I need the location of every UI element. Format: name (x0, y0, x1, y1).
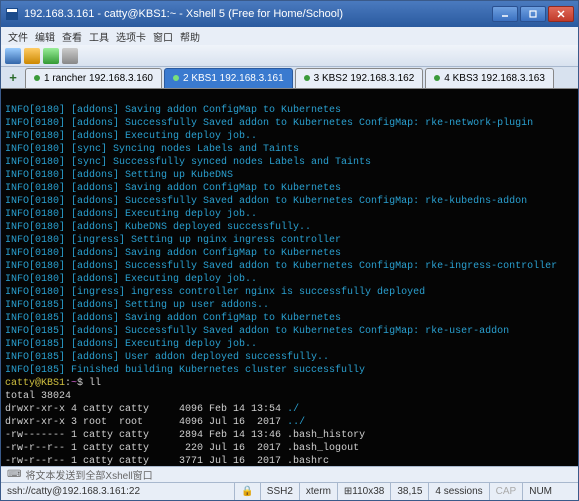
log-line: INFO[0185] [addons] Setting up user addo… (5, 300, 269, 311)
tab-label: 3 KBS2 192.168.3.162 (314, 73, 415, 84)
log-line: INFO[0185] Finished building Kubernetes … (5, 365, 365, 376)
app-icon (5, 7, 19, 21)
status-dot-icon (173, 75, 179, 81)
broadcast-hint[interactable]: ⌨ 将文本发送到全部Xshell窗口 (1, 466, 578, 482)
tab-1[interactable]: 1 rancher 192.168.3.160 (25, 68, 162, 88)
toolbar (1, 45, 578, 67)
ls-line: -rw-r--r-- 1 catty catty 220 Jul 16 2017… (5, 443, 359, 454)
titlebar[interactable]: 192.168.3.161 - catty@KBS1:~ - Xshell 5 … (1, 1, 578, 27)
status-dot-icon (304, 75, 310, 81)
hint-text: 将文本发送到全部Xshell窗口 (25, 467, 152, 482)
menubar[interactable]: 文件 编辑 查看 工具 选项卡 窗口 帮助 (1, 27, 578, 45)
toolbar-button[interactable] (43, 48, 59, 64)
new-tab-button[interactable]: + (5, 70, 21, 86)
status-lock-icon: 🔒 (234, 483, 259, 500)
app-window: 192.168.3.161 - catty@KBS1:~ - Xshell 5 … (0, 0, 579, 501)
close-button[interactable] (548, 6, 574, 22)
ls-total: total 38024 (5, 391, 71, 402)
grid-icon: ⊞ (344, 486, 352, 497)
prompt: catty@KBS1:~$ ll (5, 378, 101, 389)
menu-item[interactable]: 查看 (59, 28, 85, 45)
log-line: INFO[0180] [addons] Successfully Saved a… (5, 196, 527, 207)
log-line: INFO[0180] [addons] Setting up KubeDNS (5, 170, 233, 181)
log-line: INFO[0185] [addons] Successfully Saved a… (5, 326, 509, 337)
log-line: INFO[0180] [addons] Executing deploy job… (5, 209, 257, 220)
log-line: INFO[0180] [ingress] ingress controller … (5, 287, 425, 298)
status-rowcol: 38,15 (390, 483, 428, 500)
log-line: INFO[0180] [addons] Saving addon ConfigM… (5, 105, 341, 116)
tab-label: 2 KBS1 192.168.3.161 (183, 73, 284, 84)
tab-2[interactable]: 2 KBS1 192.168.3.161 (164, 68, 293, 88)
log-line: INFO[0180] [addons] Executing deploy job… (5, 131, 257, 142)
log-line: INFO[0185] [addons] Executing deploy job… (5, 339, 257, 350)
log-line: INFO[0180] [addons] KubeDNS deployed suc… (5, 222, 311, 233)
status-ssh: SSH2 (260, 483, 299, 500)
status-connection: ssh://catty@192.168.3.161:22 (7, 486, 234, 497)
log-line: INFO[0180] [addons] Executing deploy job… (5, 274, 257, 285)
status-term: xterm (299, 483, 337, 500)
minimize-button[interactable] (492, 6, 518, 22)
menu-item[interactable]: 选项卡 (113, 28, 149, 45)
menu-item[interactable]: 工具 (86, 28, 112, 45)
status-dot-icon (34, 75, 40, 81)
menu-item[interactable]: 文件 (5, 28, 31, 45)
ls-line: -rw-r--r-- 1 catty catty 3771 Jul 16 201… (5, 456, 329, 466)
log-line: INFO[0180] [sync] Syncing nodes Labels a… (5, 144, 299, 155)
toolbar-button[interactable] (5, 48, 21, 64)
log-line: INFO[0180] [ingress] Setting up nginx in… (5, 235, 341, 246)
ls-line: -rw------- 1 catty catty 2894 Feb 14 13:… (5, 430, 365, 441)
annotation-arrow-icon: ↘ (387, 464, 403, 466)
log-line: INFO[0185] [addons] Saving addon ConfigM… (5, 313, 341, 324)
menu-item[interactable]: 窗口 (150, 28, 176, 45)
menu-item[interactable]: 编辑 (32, 28, 58, 45)
tab-label: 4 KBS3 192.168.3.163 (444, 73, 545, 84)
tabbar: + 1 rancher 192.168.3.160 2 KBS1 192.168… (1, 67, 578, 89)
tab-label: 1 rancher 192.168.3.160 (44, 73, 153, 84)
toolbar-button[interactable] (24, 48, 40, 64)
status-dot-icon (434, 75, 440, 81)
ls-line: drwxr-xr-x 4 catty catty 4096 Feb 14 13:… (5, 404, 299, 415)
keyboard-icon: ⌨ (7, 469, 21, 480)
log-line: INFO[0180] [addons] Successfully Saved a… (5, 118, 533, 129)
status-size: ⊞ 110x38 (337, 483, 390, 500)
log-line: INFO[0180] [sync] Successfully synced no… (5, 157, 371, 168)
status-num: NUM (522, 483, 558, 500)
maximize-button[interactable] (520, 6, 546, 22)
status-caps: CAP (489, 483, 523, 500)
tab-3[interactable]: 3 KBS2 192.168.3.162 (295, 68, 424, 88)
terminal[interactable]: INFO[0180] [addons] Saving addon ConfigM… (1, 89, 578, 466)
statusbar: ssh://catty@192.168.3.161:22 🔒 SSH2 xter… (1, 482, 578, 500)
tab-4[interactable]: 4 KBS3 192.168.3.163 (425, 68, 554, 88)
window-title: 192.168.3.161 - catty@KBS1:~ - Xshell 5 … (24, 8, 490, 20)
status-sessions: 4 sessions (428, 483, 488, 500)
log-line: INFO[0180] [addons] Saving addon ConfigM… (5, 183, 341, 194)
toolbar-button[interactable] (62, 48, 78, 64)
menu-item[interactable]: 帮助 (177, 28, 203, 45)
log-line: INFO[0180] [addons] Saving addon ConfigM… (5, 248, 341, 259)
log-line: INFO[0180] [addons] Successfully Saved a… (5, 261, 557, 272)
ls-line: drwxr-xr-x 3 root root 4096 Jul 16 2017 … (5, 417, 305, 428)
log-line: INFO[0185] [addons] User addon deployed … (5, 352, 329, 363)
